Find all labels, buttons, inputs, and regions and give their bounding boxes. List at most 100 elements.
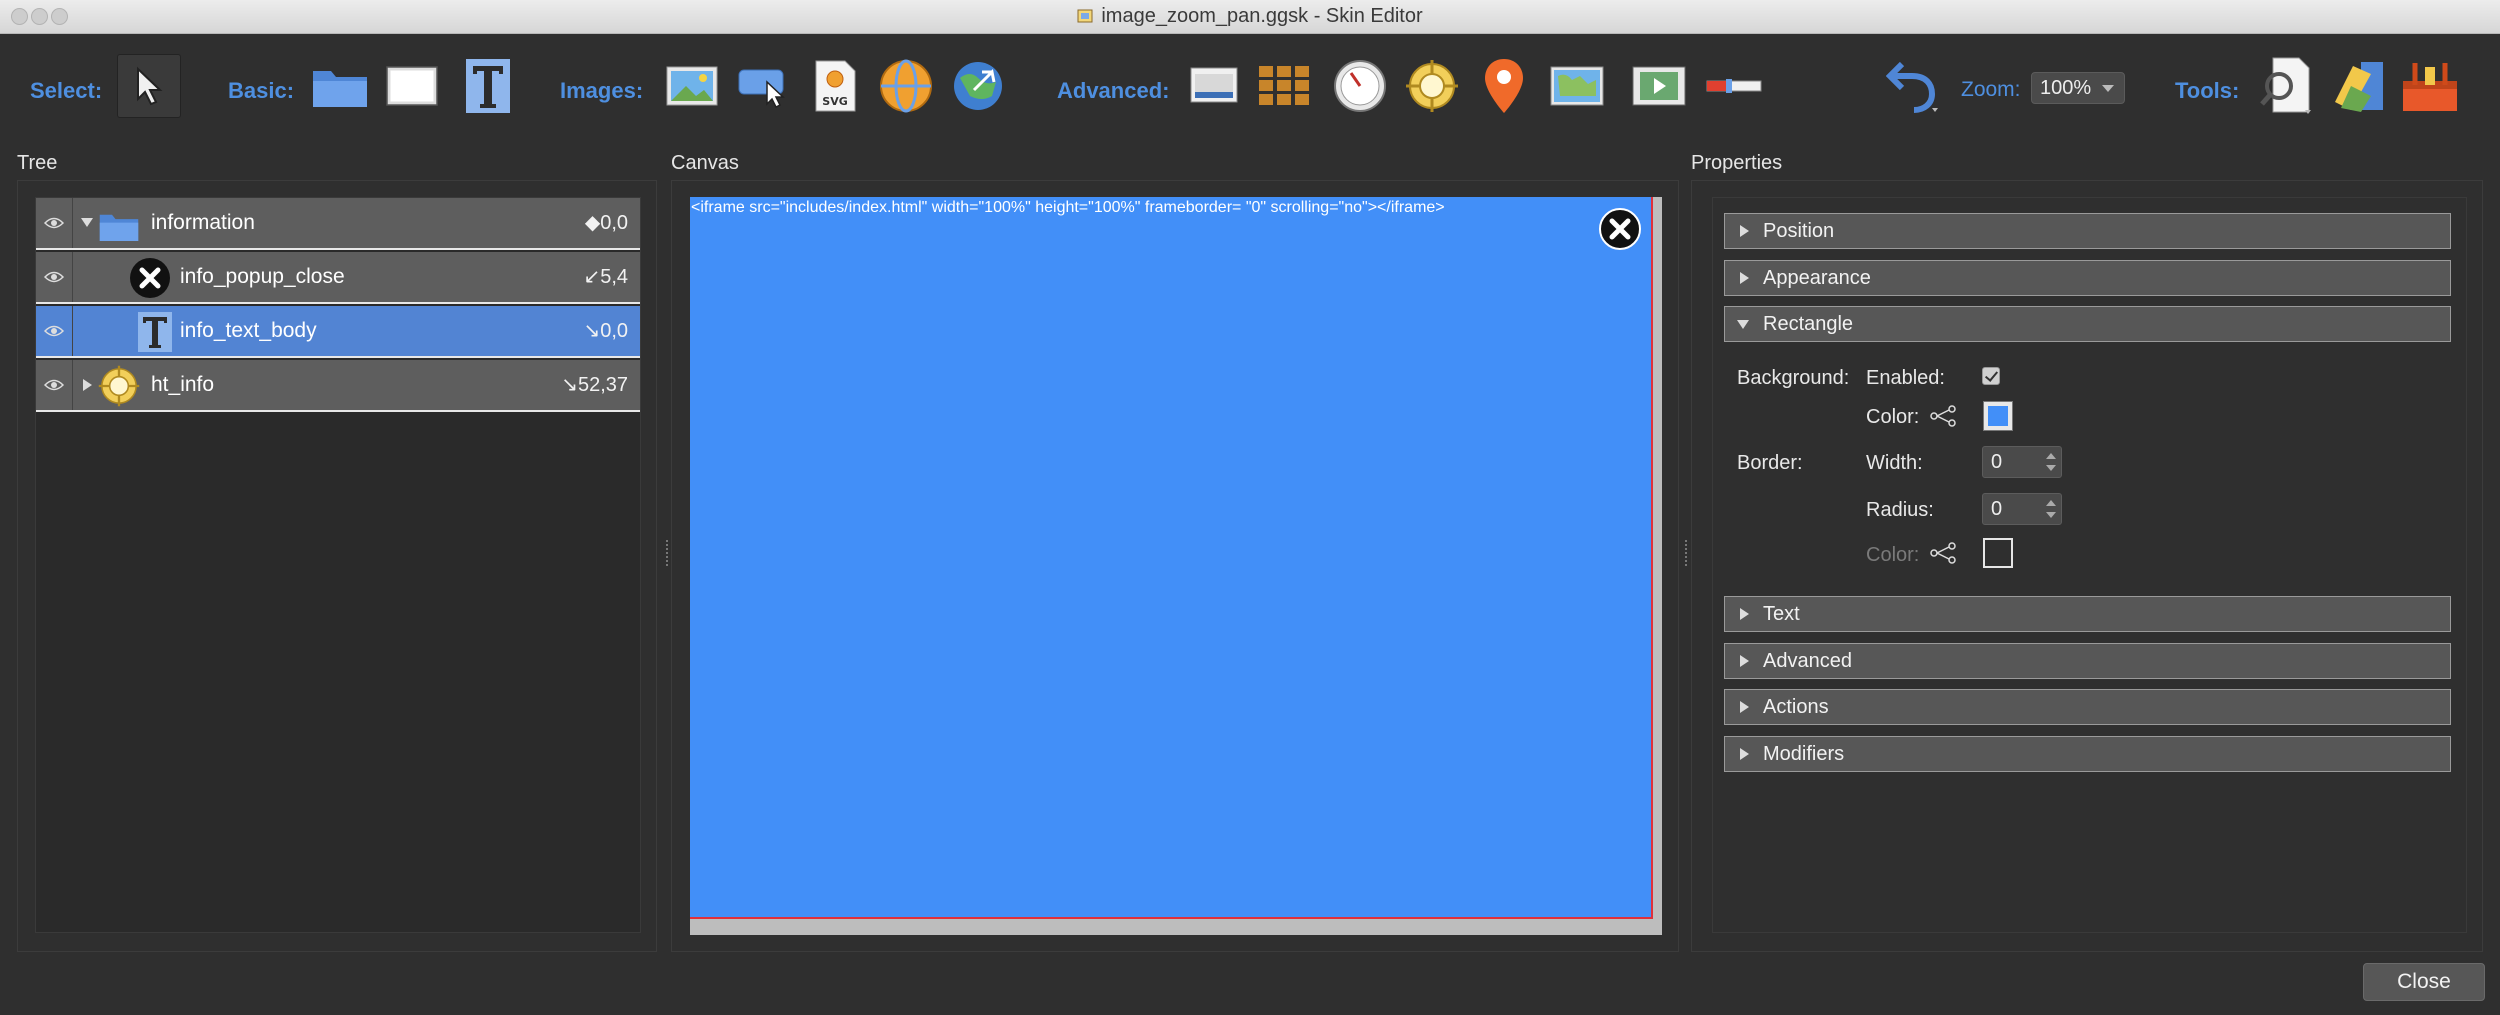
select-label: Select: bbox=[30, 78, 103, 103]
enabled-label: Enabled: bbox=[1866, 367, 1945, 389]
button-tool-button[interactable] bbox=[732, 54, 796, 118]
tree-item-coord: ↙5,4 bbox=[583, 266, 628, 288]
close-x-icon[interactable] bbox=[1598, 207, 1642, 251]
tree-item-coord: ◆0,0 bbox=[584, 212, 628, 234]
canvas-selected-rectangle[interactable] bbox=[690, 197, 1653, 919]
border-color-swatch[interactable] bbox=[1983, 538, 2013, 568]
compass-tool-button[interactable] bbox=[1328, 54, 1392, 118]
background-enabled-checkbox[interactable] bbox=[1982, 367, 2000, 385]
document-icon bbox=[1077, 9, 1093, 23]
basic-label: Basic: bbox=[228, 78, 295, 103]
zoom-value: 100% bbox=[2040, 77, 2092, 99]
timer-tool-button[interactable] bbox=[1702, 54, 1766, 118]
section-modifiers[interactable]: Modifiers bbox=[1724, 736, 2451, 772]
theme-tool-button[interactable] bbox=[2327, 54, 2391, 118]
canvas-panel-title: Canvas bbox=[671, 152, 739, 174]
border-width-stepper[interactable]: 0 bbox=[1982, 446, 2062, 478]
stepper-up-icon[interactable] bbox=[2046, 500, 2056, 506]
border-label: Border: bbox=[1737, 452, 1803, 474]
expand-triangle-icon[interactable] bbox=[81, 218, 93, 227]
images-label: Images: bbox=[560, 78, 644, 103]
window-title: image_zoom_pan.ggsk - Skin Editor bbox=[0, 0, 2500, 33]
section-label: Position bbox=[1763, 220, 1835, 242]
tree-item-label: ht_info bbox=[151, 373, 215, 396]
section-label: Appearance bbox=[1763, 267, 1871, 289]
section-rectangle[interactable]: Rectangle bbox=[1724, 306, 2451, 342]
grid-tool-button[interactable] bbox=[1253, 54, 1317, 118]
image-tool-button[interactable] bbox=[660, 54, 724, 118]
zoom-select[interactable]: 100% bbox=[2031, 72, 2125, 104]
border-width-value: 0 bbox=[1991, 451, 2003, 473]
tree-item-label: info_popup_close bbox=[180, 265, 345, 288]
link-share-icon[interactable] bbox=[1930, 405, 1956, 427]
tree-row-ht-info[interactable]: ht_info ↘52,37 bbox=[36, 360, 640, 412]
video-tool-button[interactable] bbox=[1627, 54, 1691, 118]
gauge-icon bbox=[1334, 60, 1386, 112]
crosshair-icon bbox=[1406, 60, 1458, 112]
visibility-toggle[interactable] bbox=[36, 360, 73, 410]
visibility-toggle[interactable] bbox=[36, 252, 73, 302]
visibility-toggle[interactable] bbox=[36, 306, 73, 356]
map-pin-icon bbox=[1485, 59, 1523, 113]
text-t-icon bbox=[466, 59, 510, 113]
close-x-icon bbox=[130, 258, 170, 298]
expand-triangle-icon bbox=[1740, 225, 1749, 237]
stepper-up-icon[interactable] bbox=[2046, 453, 2056, 459]
properties-panel-title: Properties bbox=[1691, 152, 1783, 174]
button-cursor-icon bbox=[738, 69, 785, 108]
toolbox-tool-button[interactable] bbox=[2398, 54, 2462, 118]
section-appearance[interactable]: Appearance bbox=[1724, 260, 2451, 296]
tree-row-information[interactable]: information ◆0,0 bbox=[36, 198, 640, 250]
container-tool-button[interactable] bbox=[308, 54, 372, 118]
section-advanced[interactable]: Advanced bbox=[1724, 643, 2451, 679]
map-pin-tool-button[interactable] bbox=[1472, 54, 1536, 118]
link-share-icon[interactable] bbox=[1930, 542, 1956, 564]
section-label: Advanced bbox=[1763, 650, 1852, 672]
section-position[interactable]: Position bbox=[1724, 213, 2451, 249]
undo-button[interactable] bbox=[1882, 54, 1946, 118]
eye-icon bbox=[44, 379, 64, 391]
splitter-handle[interactable] bbox=[666, 540, 672, 566]
map-tool-button[interactable] bbox=[1545, 54, 1609, 118]
cloner-tool-button[interactable] bbox=[1182, 54, 1246, 118]
tree-item-label: information bbox=[151, 211, 255, 234]
preview-tool-button[interactable] bbox=[2255, 54, 2319, 118]
background-color-swatch[interactable] bbox=[1983, 401, 2013, 431]
border-radius-value: 0 bbox=[1991, 498, 2003, 520]
folder-icon bbox=[99, 214, 139, 241]
svg-tool-button[interactable]: SVG bbox=[803, 54, 867, 118]
hotspot-tool-button[interactable] bbox=[1400, 54, 1464, 118]
panorama-tool-button[interactable] bbox=[874, 54, 938, 118]
magnifier-document-icon bbox=[2260, 57, 2311, 114]
tree-panel-title: Tree bbox=[17, 152, 58, 174]
rectangle-tool-button[interactable] bbox=[380, 54, 444, 118]
expand-triangle-icon[interactable] bbox=[83, 379, 92, 391]
tree-view: information ◆0,0 info_popup_close ↙5,4 i… bbox=[35, 197, 641, 933]
splitter-handle[interactable] bbox=[1685, 540, 1691, 566]
section-label: Rectangle bbox=[1763, 313, 1854, 335]
folder-icon bbox=[313, 71, 367, 107]
toolbox-icon bbox=[2403, 63, 2457, 111]
flat-panorama-tool-button[interactable] bbox=[946, 54, 1010, 118]
skin-editor-window: image_zoom_pan.ggsk - Skin Editor Select… bbox=[0, 0, 2500, 1015]
expand-triangle-icon bbox=[1740, 655, 1749, 667]
stepper-down-icon[interactable] bbox=[2046, 512, 2056, 518]
text-tool-button[interactable] bbox=[456, 54, 520, 118]
undo-arrow-icon bbox=[1886, 61, 1938, 113]
section-actions[interactable]: Actions bbox=[1724, 689, 2451, 725]
tree-row-info-text-body[interactable]: info_text_body ↘0,0 bbox=[36, 306, 640, 358]
border-width-label: Width: bbox=[1866, 452, 1923, 474]
select-tool-button[interactable] bbox=[117, 54, 181, 118]
eye-icon bbox=[44, 271, 64, 283]
section-text[interactable]: Text bbox=[1724, 596, 2451, 632]
border-radius-stepper[interactable]: 0 bbox=[1982, 493, 2062, 525]
rectangle-icon bbox=[386, 66, 438, 106]
globe-icon bbox=[880, 59, 932, 113]
close-button[interactable]: Close bbox=[2363, 963, 2485, 1001]
earth-arrow-icon bbox=[954, 62, 1002, 110]
border-radius-label: Radius: bbox=[1866, 499, 1934, 521]
tree-row-info-popup-close[interactable]: info_popup_close ↙5,4 bbox=[36, 252, 640, 304]
visibility-toggle[interactable] bbox=[36, 198, 73, 248]
title-bar: image_zoom_pan.ggsk - Skin Editor bbox=[0, 0, 2500, 34]
stepper-down-icon[interactable] bbox=[2046, 465, 2056, 471]
